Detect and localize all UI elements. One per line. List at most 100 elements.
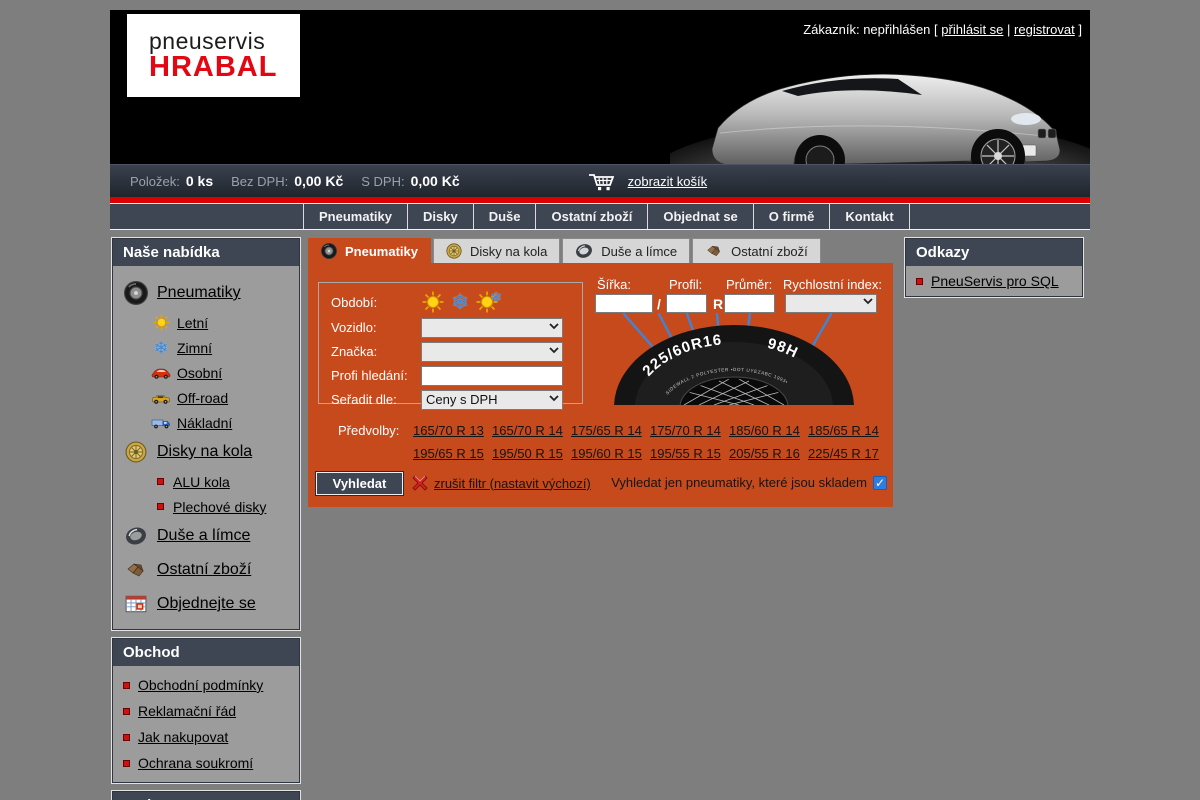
offroad-icon [151, 392, 171, 404]
login-link[interactable]: přihlásit se [941, 22, 1003, 37]
sidebar-item-osobni[interactable]: Osobní [119, 360, 293, 385]
sidebar-item-label[interactable]: Off-road [177, 390, 228, 406]
sidebar-item-offroad[interactable]: Off-road [119, 385, 293, 410]
cart-items-value: 0 ks [186, 173, 213, 189]
rychlostni-select[interactable] [785, 294, 877, 313]
preset-link[interactable]: 195/55 R 15 [650, 446, 729, 461]
nav-disky[interactable]: Disky [408, 204, 474, 229]
sidebar-item-label[interactable]: Nákladní [177, 415, 232, 431]
preset-link[interactable]: 185/65 R 14 [808, 423, 887, 438]
sidebar-item-disky-na-kola[interactable]: Disky na kola [119, 435, 293, 469]
calendar-icon [123, 593, 149, 615]
bullet-icon [123, 734, 130, 741]
sidebar-item-duse-a-limce[interactable]: Duše a límce [119, 519, 293, 553]
sidebar-item-plechove-disky[interactable]: Plechové disky [119, 494, 293, 519]
sidebar-item-pneumatiky[interactable]: Pneumatiky [119, 276, 293, 310]
vozidlo-select[interactable] [421, 318, 563, 338]
preset-link[interactable]: 225/45 R 17 [808, 446, 887, 461]
sidebar-item-label[interactable]: ALU kola [173, 474, 230, 490]
tube-icon [575, 243, 593, 259]
preset-link[interactable]: 165/70 R 13 [413, 423, 492, 438]
cart-icon [588, 171, 614, 191]
list-item[interactable]: Jak nakupovat [123, 724, 293, 750]
sidebar-item-label[interactable]: Pneumatiky [157, 284, 241, 302]
header: pneuservis HRABAL Zákazník: nepřihlášen … [110, 10, 1090, 197]
winter-filter-snowflake-icon[interactable]: ❄ [448, 290, 472, 314]
sidebar-item-letni[interactable]: Letní [119, 310, 293, 335]
ochrana-soukromi-link[interactable]: Ochrana soukromí [138, 755, 253, 771]
sidebar-item-label[interactable]: Ostatní zboží [157, 561, 251, 579]
package-icon [705, 243, 723, 259]
customer-status: Zákazník: nepřihlášen [ přihlásit se | r… [803, 22, 1082, 37]
package-icon [123, 560, 149, 580]
left-sidebar: Naše nabídka Pneumatiky Letní ❄ Zimní [112, 238, 300, 800]
sirka-input[interactable] [595, 294, 653, 313]
tab-duse-a-limce[interactable]: Duše a límce [562, 238, 690, 263]
prumer-input[interactable] [724, 294, 775, 313]
nav-kontakt[interactable]: Kontakt [830, 204, 909, 229]
nav-objednat-se[interactable]: Objednat se [648, 204, 753, 229]
summer-filter-sun-icon[interactable] [421, 290, 445, 314]
sidebar-item-label[interactable]: Zimní [177, 340, 212, 356]
odkazy-title: Odkazy [906, 239, 1082, 266]
bullet-icon [157, 478, 164, 485]
list-item[interactable]: Ochrana soukromí [123, 750, 293, 776]
preset-link[interactable]: 165/70 R 14 [492, 423, 571, 438]
sidebar-item-label[interactable]: Osobní [177, 365, 222, 381]
pneuservis-sql-link[interactable]: PneuServis pro SQL [931, 273, 1059, 289]
tab-disky-na-kola[interactable]: Disky na kola [433, 238, 560, 263]
cart-incvat-value: 0,00 Kč [411, 173, 460, 189]
profil-input[interactable] [666, 294, 707, 313]
register-link[interactable]: registrovat [1014, 22, 1075, 37]
sidebar-item-zimni[interactable]: ❄ Zimní [119, 335, 293, 360]
search-button[interactable]: Vyhledat [316, 472, 403, 495]
sidebar-item-label[interactable]: Letní [177, 315, 208, 331]
znacka-select[interactable] [421, 342, 563, 362]
nabidka-title: Naše nabídka [113, 239, 299, 266]
truck-icon [151, 417, 171, 429]
tab-label: Ostatní zboží [731, 244, 808, 259]
profi-label: Profi hledání: [331, 368, 421, 383]
sidebar-item-objednejte-se[interactable]: Objednejte se [119, 587, 293, 621]
cart-bar: Položek: 0 ks Bez DPH: 0,00 Kč S DPH: 0,… [110, 164, 1090, 197]
tab-pneumatiky[interactable]: Pneumatiky [308, 238, 431, 263]
obchodni-podminky-link[interactable]: Obchodní podmínky [138, 677, 263, 693]
seradit-select[interactable]: Ceny s DPH [421, 390, 563, 410]
list-item[interactable]: Reklamační řád [123, 698, 293, 724]
reset-filter-link[interactable]: zrušit filtr (nastavit výchozí) [434, 476, 591, 491]
sidebar-item-label[interactable]: Duše a límce [157, 527, 250, 545]
sidebar-item-nakladni[interactable]: Nákladní [119, 410, 293, 435]
right-sidebar: Odkazy PneuServis pro SQL [905, 238, 1083, 305]
nav-ostatni-zbozi[interactable]: Ostatní zboží [536, 204, 648, 229]
preset-link[interactable]: 195/60 R 15 [571, 446, 650, 461]
nav-o-firme[interactable]: O firmě [754, 204, 831, 229]
preset-link[interactable]: 205/55 R 16 [729, 446, 808, 461]
tire-icon [123, 281, 149, 305]
sidebar-item-label[interactable]: Objednejte se [157, 595, 256, 613]
sidebar-item-ostatni-zbozi[interactable]: Ostatní zboží [119, 553, 293, 587]
profi-search-input[interactable] [421, 366, 563, 386]
nav-duse[interactable]: Duše [474, 204, 537, 229]
sidebar-item-alu-kola[interactable]: ALU kola [119, 469, 293, 494]
tire-size-zone: Šířka: Profil: Průměr: Rychlostní index:… [593, 277, 885, 427]
reklamacni-rad-link[interactable]: Reklamační řád [138, 703, 236, 719]
jak-nakupovat-link[interactable]: Jak nakupovat [138, 729, 228, 745]
preset-link[interactable]: 175/70 R 14 [650, 423, 729, 438]
preset-link[interactable]: 175/65 R 14 [571, 423, 650, 438]
preset-link[interactable]: 195/65 R 15 [413, 446, 492, 461]
nav-pneumatiky[interactable]: Pneumatiky [303, 204, 408, 229]
logo-line2: HRABAL [149, 51, 300, 84]
logo[interactable]: pneuservis HRABAL [127, 14, 300, 97]
sidebar-item-label[interactable]: Disky na kola [157, 443, 252, 461]
list-item[interactable]: Obchodní podmínky [123, 672, 293, 698]
stock-checkbox[interactable]: ✓ [873, 476, 887, 490]
list-item[interactable]: PneuServis pro SQL [916, 268, 1076, 294]
preset-link[interactable]: 185/60 R 14 [729, 423, 808, 438]
bullet-icon [123, 682, 130, 689]
alloy-wheel-icon [446, 243, 462, 259]
view-cart-link[interactable]: zobrazit košík [628, 174, 707, 189]
sidebar-item-label[interactable]: Plechové disky [173, 499, 266, 515]
allseason-filter-icon[interactable]: ❄ [475, 290, 499, 314]
tab-ostatni-zbozi[interactable]: Ostatní zboží [692, 238, 821, 263]
preset-link[interactable]: 195/50 R 15 [492, 446, 571, 461]
